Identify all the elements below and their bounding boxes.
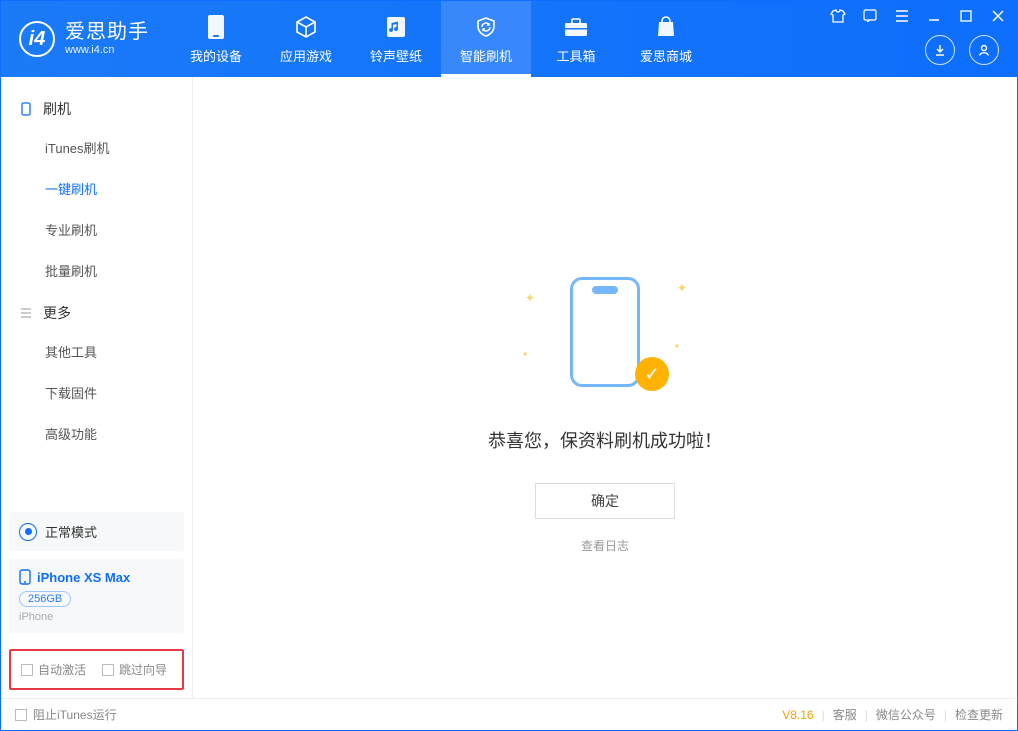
app-logo: i4 爱思助手 www.i4.cn [1,1,171,77]
titlebar: i4 爱思助手 www.i4.cn 我的设备 应用游戏 铃声壁纸 智能刷机 [1,1,1017,77]
feedback-icon[interactable] [861,7,879,25]
sidebar-item-other[interactable]: 其他工具 [1,331,192,372]
checkmark-badge-icon: ✓ [635,357,669,391]
phone-icon [203,14,229,40]
success-message: 恭喜您，保资料刷机成功啦！ [488,427,722,453]
sidebar-item-pro[interactable]: 专业刷机 [1,209,192,250]
checkbox-auto-activate[interactable]: 自动激活 [21,661,86,678]
cube-icon [293,14,319,40]
success-illustration: ✦✦•• ✓ [545,277,665,397]
phone-illustration-icon [570,277,640,387]
header-actions [925,35,999,65]
version-label: V8.16 [782,708,813,722]
ok-button[interactable]: 确定 [535,483,675,519]
tab-device[interactable]: 我的设备 [171,1,261,77]
sidebar-item-itunes[interactable]: iTunes刷机 [1,127,192,168]
statusbar: 阻止iTunes运行 V8.16 | 客服 | 微信公众号 | 检查更新 [1,698,1017,730]
device-name: iPhone XS Max [37,570,130,585]
toolbox-icon [563,14,589,40]
device-small-icon [19,102,33,116]
sidebar-item-firmware[interactable]: 下载固件 [1,372,192,413]
menu-icon[interactable] [893,7,911,25]
wechat-link[interactable]: 微信公众号 [876,706,936,723]
window-controls [829,7,1007,25]
music-file-icon [383,14,409,40]
maximize-icon[interactable] [957,7,975,25]
checkbox-block-itunes[interactable]: 阻止iTunes运行 [15,706,117,723]
flash-options: 自动激活 跳过向导 [9,649,184,690]
view-log-link[interactable]: 查看日志 [581,537,629,554]
bag-icon [653,14,679,40]
main-content: ✦✦•• ✓ 恭喜您，保资料刷机成功啦！ 确定 查看日志 [193,77,1017,698]
sidebar-item-batch[interactable]: 批量刷机 [1,250,192,291]
app-name: 爱思助手 [65,22,149,42]
minimize-icon[interactable] [925,7,943,25]
sidebar-item-onekey[interactable]: 一键刷机 [1,168,192,209]
tab-ringtones[interactable]: 铃声壁纸 [351,1,441,77]
sidebar-item-advanced[interactable]: 高级功能 [1,413,192,454]
main-tabs: 我的设备 应用游戏 铃声壁纸 智能刷机 工具箱 爱思商城 [171,1,711,77]
device-phone-icon [19,569,31,585]
list-icon [19,306,33,320]
tshirt-icon[interactable] [829,7,847,25]
tab-flash[interactable]: 智能刷机 [441,1,531,77]
logo-icon: i4 [19,21,55,57]
app-url: www.i4.cn [65,45,149,56]
support-link[interactable]: 客服 [833,706,857,723]
download-icon[interactable] [925,35,955,65]
check-update-link[interactable]: 检查更新 [955,706,1003,723]
tab-tools[interactable]: 工具箱 [531,1,621,77]
tab-apps[interactable]: 应用游戏 [261,1,351,77]
sidebar-group-more: 更多 [1,291,192,331]
close-icon[interactable] [989,7,1007,25]
mode-dot-icon [19,523,37,541]
checkbox-skip-guide[interactable]: 跳过向导 [102,661,167,678]
user-icon[interactable] [969,35,999,65]
refresh-shield-icon [473,14,499,40]
sidebar-group-flash: 刷机 [1,87,192,127]
device-card[interactable]: iPhone XS Max 256GB iPhone [9,559,184,633]
device-type: iPhone [19,611,174,623]
device-capacity: 256GB [19,591,71,607]
mode-label: 正常模式 [45,522,97,541]
mode-card[interactable]: 正常模式 [9,512,184,551]
tab-store[interactable]: 爱思商城 [621,1,711,77]
app-window: i4 爱思助手 www.i4.cn 我的设备 应用游戏 铃声壁纸 智能刷机 [0,0,1018,731]
sidebar: 刷机 iTunes刷机 一键刷机 专业刷机 批量刷机 更多 其他工具 下载固件 … [1,77,193,698]
main-body: 刷机 iTunes刷机 一键刷机 专业刷机 批量刷机 更多 其他工具 下载固件 … [1,77,1017,698]
